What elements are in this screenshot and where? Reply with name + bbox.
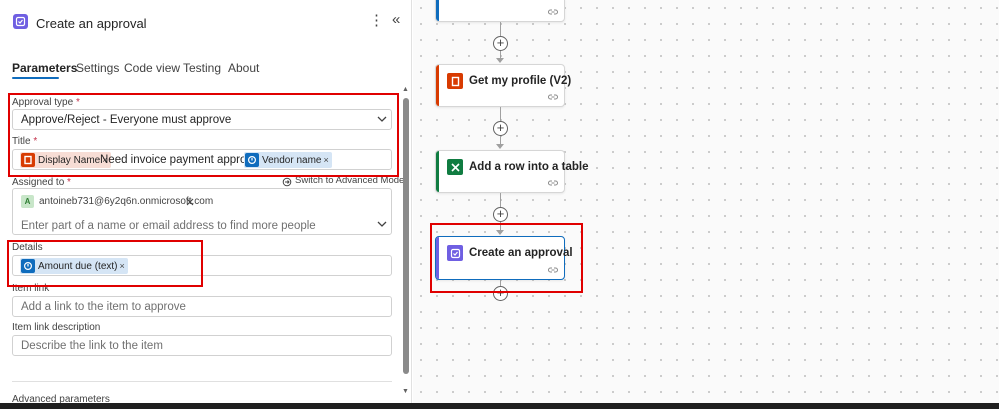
item-link-label-text: Item link (12, 283, 50, 294)
remove-token-icon[interactable]: × (324, 155, 329, 165)
flow-node-get-my-profile[interactable]: Get my profile (V2) (435, 64, 571, 107)
node-accent (436, 237, 439, 279)
scrollbar-thumb[interactable] (403, 98, 409, 374)
title-label: Title * (12, 136, 37, 147)
arrow-icon (496, 144, 504, 149)
token-amount-due[interactable]: Amount due (text) × (20, 258, 128, 274)
flow-node-create-approval[interactable]: Create an approval (435, 236, 573, 280)
remove-person-icon[interactable] (183, 195, 197, 209)
link-icon (548, 93, 558, 103)
excel-icon (447, 159, 463, 175)
flow-node-previous[interactable] (435, 0, 565, 22)
divider (12, 381, 392, 382)
title-input[interactable]: Display Name × Need invoice payment appr… (12, 149, 392, 170)
tab-code-view[interactable]: Code view (124, 61, 180, 75)
item-link-label: Item link (12, 283, 49, 294)
node-label: Create an approval (469, 247, 573, 259)
chevron-down-icon[interactable] (376, 219, 388, 238)
item-link-description-label-text: Item link description (12, 322, 101, 333)
action-panel: Create an approval ⋮ « Parameters Settin… (0, 0, 412, 405)
collapse-panel-icon[interactable]: « (392, 12, 400, 28)
tab-testing[interactable]: Testing (183, 61, 221, 75)
scroll-down-arrow-icon[interactable]: ▼ (402, 388, 409, 395)
add-step-button[interactable]: + (493, 207, 508, 222)
people-search-placeholder: Enter part of a name or email address to… (21, 220, 316, 232)
node-label: Get my profile (V2) (469, 75, 572, 87)
approval-icon (447, 245, 463, 261)
arrow-icon (496, 230, 504, 235)
panel-header: Create an approval ⋮ « (0, 0, 412, 44)
link-icon (548, 179, 558, 189)
active-tab-indicator (12, 77, 59, 79)
approval-type-label-text: Approval type (12, 97, 74, 108)
approval-type-label: Approval type * (12, 97, 80, 108)
node-accent (436, 151, 439, 192)
taskbar-strip (0, 403, 999, 409)
remove-token-icon[interactable]: × (119, 261, 124, 271)
add-step-button[interactable]: + (493, 36, 508, 51)
tab-settings[interactable]: Settings (76, 61, 119, 75)
node-label: Add a row into a table (469, 161, 589, 173)
required-marker: * (75, 97, 80, 108)
tab-about[interactable]: About (228, 61, 259, 75)
link-icon (548, 266, 558, 276)
panel-tabs: Parameters Settings Code view Testing Ab… (0, 56, 412, 82)
switch-advanced-mode-link[interactable]: Switch to Advanced Mode (282, 175, 404, 186)
assigned-to-label-text: Assigned to (12, 177, 65, 188)
office-icon (447, 73, 463, 89)
connector-line (500, 22, 501, 36)
item-link-input[interactable]: Add a link to the item to approve (12, 296, 392, 317)
details-input[interactable]: Amount due (text) × (12, 255, 392, 276)
token-text: Vendor name (262, 154, 322, 166)
required-marker: * (67, 177, 71, 188)
connector-line (500, 193, 501, 207)
add-step-button[interactable]: + (493, 121, 508, 136)
token-display-name[interactable]: Display Name × (20, 152, 111, 168)
approval-type-dropdown[interactable]: Approve/Reject - Everyone must approve (12, 109, 392, 130)
approval-icon (245, 153, 259, 167)
link-icon (548, 8, 558, 18)
more-options-icon[interactable]: ⋮ (369, 13, 384, 29)
arrow-icon (496, 58, 504, 63)
token-vendor-name[interactable]: Vendor name × (244, 152, 332, 168)
panel-scrollbar[interactable]: ▲ ▼ (402, 86, 409, 396)
title-label-text: Title (12, 136, 31, 147)
approval-type-value: Approve/Reject - Everyone must approve (21, 114, 232, 126)
office-icon (21, 153, 35, 167)
item-link-description-placeholder: Describe the link to the item (21, 340, 163, 352)
details-label: Details (12, 242, 43, 253)
connector-line (500, 107, 501, 121)
item-link-description-input[interactable]: Describe the link to the item (12, 335, 392, 356)
add-step-button[interactable]: + (493, 286, 508, 301)
scroll-up-arrow-icon[interactable]: ▲ (402, 86, 409, 93)
chevron-down-icon (376, 111, 388, 130)
item-link-placeholder: Add a link to the item to approve (21, 301, 186, 313)
avatar: A (21, 195, 34, 208)
panel-title: Create an approval (36, 16, 147, 31)
node-accent (436, 65, 439, 106)
flow-canvas[interactable]: + Get my profile (V2) + Add a row into a… (413, 0, 999, 403)
assigned-to-label: Assigned to * (12, 177, 71, 188)
switch-advanced-mode-text: Switch to Advanced Mode (295, 175, 405, 186)
approval-icon (21, 259, 35, 273)
token-text: Amount due (text) (38, 260, 118, 272)
tab-parameters[interactable]: Parameters (12, 61, 77, 75)
node-accent (436, 0, 439, 21)
required-marker: * (33, 136, 38, 147)
switch-icon (282, 176, 292, 186)
assigned-to-field[interactable]: A antoineb731@6y2q6n.onmicrosoft.com Ent… (12, 188, 392, 235)
token-text: Display Name (38, 154, 101, 166)
approval-icon (13, 14, 28, 29)
flow-node-add-row[interactable]: Add a row into a table (435, 150, 588, 193)
details-label-text: Details (12, 242, 43, 253)
item-link-description-label: Item link description (12, 322, 100, 333)
